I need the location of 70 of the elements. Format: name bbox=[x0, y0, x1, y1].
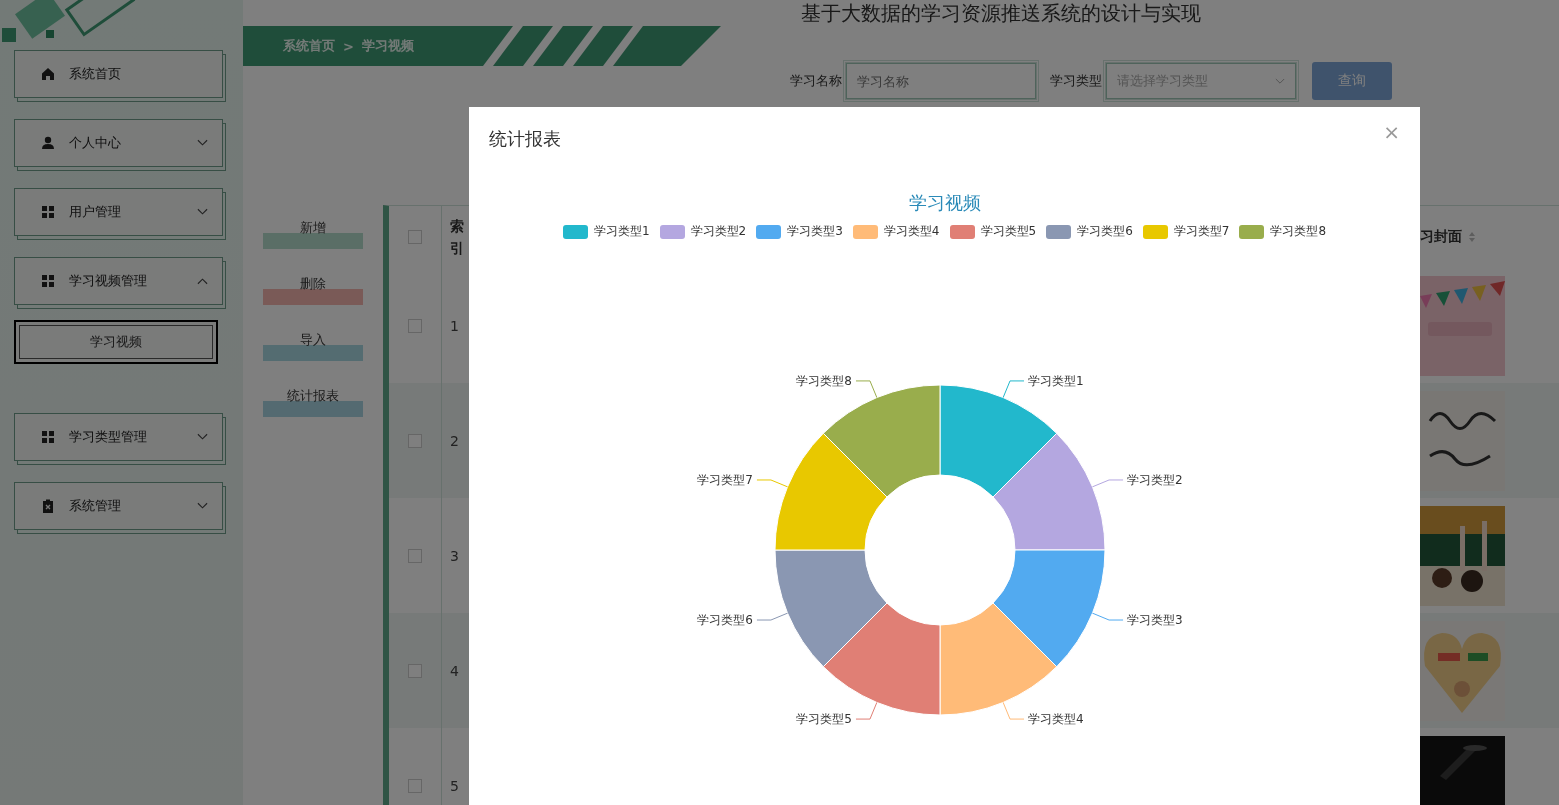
chevron-down-icon bbox=[1275, 77, 1285, 85]
legend-item[interactable]: 学习类型8 bbox=[1239, 223, 1327, 240]
chevron-down-icon bbox=[197, 208, 208, 216]
legend-item[interactable]: 学习类型2 bbox=[659, 223, 747, 240]
table-cell: 4 bbox=[450, 662, 459, 679]
page-title: 基于大数据的学习资源推送系统的设计与实现 bbox=[800, 0, 1202, 26]
slice-label: 学习类型3 bbox=[1127, 613, 1183, 628]
legend-item[interactable]: 学习类型4 bbox=[852, 223, 940, 240]
column-header[interactable]: 索引 bbox=[450, 214, 464, 260]
slice-label: 学习类型1 bbox=[1028, 373, 1084, 388]
sort-icon[interactable] bbox=[1468, 231, 1476, 243]
leader-line bbox=[1002, 701, 1025, 720]
table-cell: 3 bbox=[450, 547, 459, 564]
legend-item[interactable]: 学习类型7 bbox=[1142, 223, 1230, 240]
field-label: 学习类型 bbox=[1050, 72, 1102, 90]
legend-item[interactable]: 学习类型5 bbox=[949, 223, 1037, 240]
leader-line bbox=[855, 380, 878, 399]
slice-label: 学习类型2 bbox=[1127, 472, 1183, 487]
checkbox[interactable] bbox=[408, 318, 422, 333]
grid-icon bbox=[41, 274, 55, 288]
donut-slice[interactable] bbox=[992, 432, 1106, 551]
leader-line bbox=[855, 701, 878, 720]
chevron-down-icon bbox=[197, 433, 208, 441]
donut-slice[interactable] bbox=[992, 549, 1106, 668]
leader-line bbox=[1002, 380, 1025, 399]
search-field[interactable]: 学习名称 bbox=[846, 63, 1036, 99]
field-label: 学习名称 bbox=[790, 72, 842, 90]
checkbox[interactable] bbox=[408, 548, 422, 563]
table-cell: 1 bbox=[450, 317, 459, 334]
legend-item[interactable]: 学习类型1 bbox=[562, 223, 650, 240]
legend-item[interactable]: 学习类型3 bbox=[756, 223, 843, 240]
slice-label: 学习类型4 bbox=[1028, 712, 1084, 727]
donut-slice[interactable] bbox=[774, 432, 888, 551]
checkbox[interactable] bbox=[408, 663, 422, 678]
checkbox[interactable] bbox=[408, 230, 422, 244]
chevron-down-icon bbox=[197, 502, 208, 510]
chevron-down-icon bbox=[197, 139, 208, 147]
table-cell: 2 bbox=[450, 432, 459, 449]
slice-label: 学习类型6 bbox=[697, 613, 753, 628]
donut-slice[interactable] bbox=[774, 549, 888, 668]
breadcrumb-current: 学习视频 bbox=[361, 37, 414, 55]
slice-label: 学习类型8 bbox=[796, 373, 852, 388]
grid-icon bbox=[41, 430, 55, 444]
column-header[interactable]: 习封面 bbox=[1420, 228, 1462, 246]
grid-icon bbox=[41, 205, 55, 219]
menu-label: 系统首页 bbox=[69, 65, 122, 83]
leader-line bbox=[756, 612, 789, 621]
menu-label: 个人中心 bbox=[69, 134, 122, 152]
menu-label: 学习视频管理 bbox=[69, 272, 148, 290]
menu-label: 用户管理 bbox=[69, 203, 122, 221]
checkbox[interactable] bbox=[408, 778, 422, 793]
table-cell: 5 bbox=[450, 777, 459, 794]
chevron-up-icon bbox=[197, 277, 208, 285]
close-button[interactable]: × bbox=[1383, 122, 1400, 142]
breadcrumb-separator: > bbox=[343, 38, 354, 54]
submenu-item[interactable]: 学习视频 bbox=[14, 320, 218, 364]
dialog-title: 统计报表 bbox=[489, 127, 561, 151]
clipboard-icon bbox=[41, 499, 55, 513]
checkbox[interactable] bbox=[408, 433, 422, 448]
leader-line bbox=[1091, 612, 1124, 621]
legend-item[interactable]: 学习类型6 bbox=[1046, 223, 1133, 240]
home-icon bbox=[41, 67, 55, 81]
menu-label: 系统管理 bbox=[69, 497, 122, 515]
leader-line bbox=[756, 479, 789, 488]
user-icon bbox=[41, 136, 55, 150]
leader-line bbox=[1091, 479, 1124, 488]
menu-label: 学习类型管理 bbox=[69, 428, 148, 446]
chart-title: 学习视频 bbox=[907, 191, 982, 215]
slice-label: 学习类型7 bbox=[697, 472, 753, 487]
slice-label: 学习类型5 bbox=[796, 712, 852, 727]
